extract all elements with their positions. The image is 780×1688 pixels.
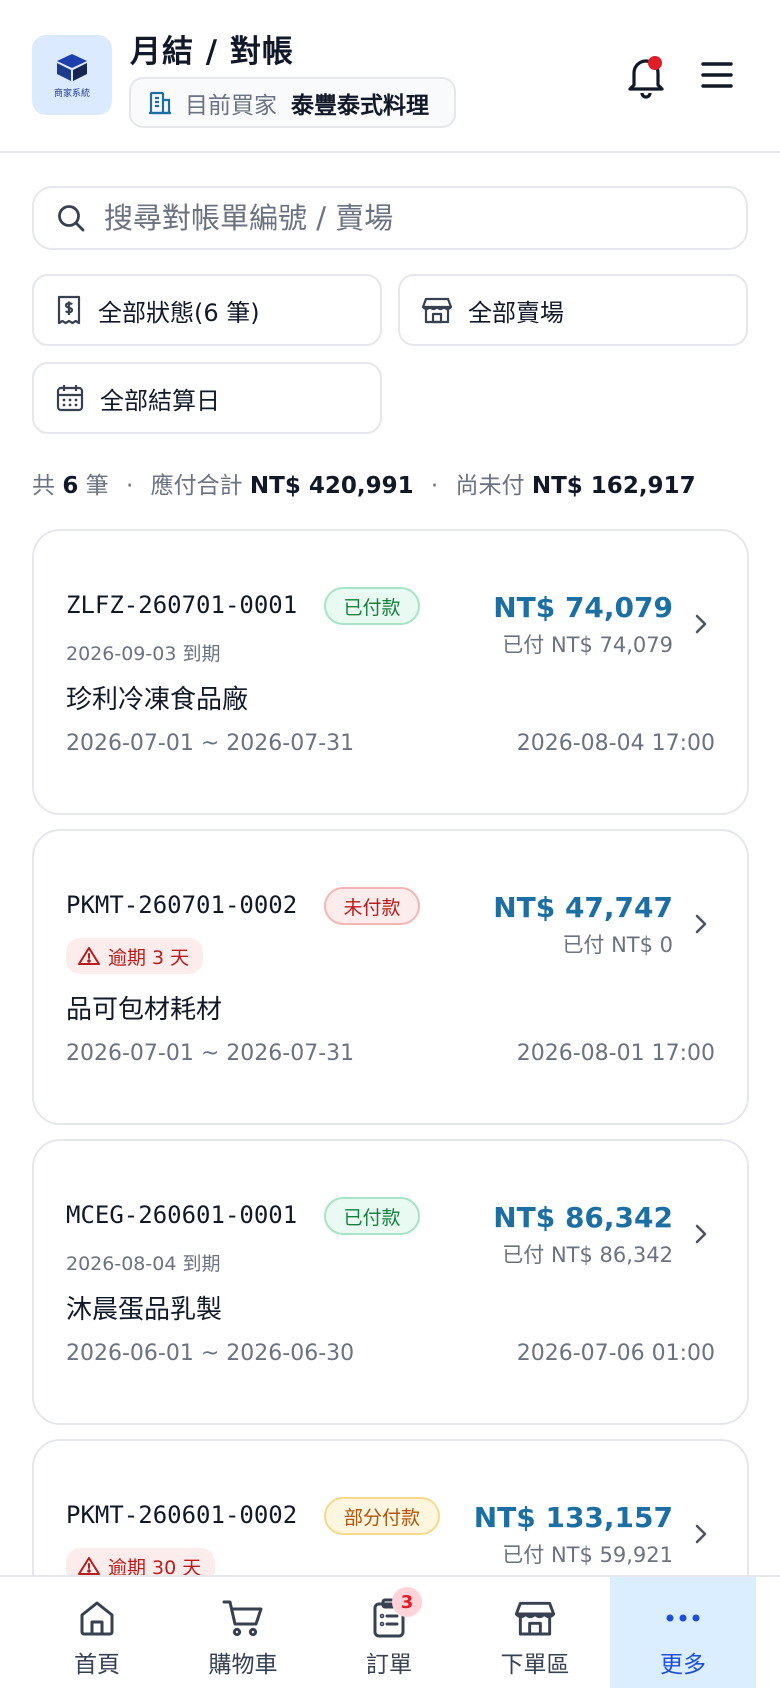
statement-amount: NT$ 47,747 bbox=[493, 891, 673, 924]
nav-orders-label: 訂單 bbox=[366, 1652, 412, 1678]
summary-separator: · bbox=[125, 473, 134, 499]
nav-order-area[interactable]: 下單區 bbox=[462, 1577, 608, 1688]
vendor-name: 品可包材耗材 bbox=[66, 995, 223, 1025]
billing-period: 2026-07-01 ~ 2026-07-31 bbox=[66, 1041, 355, 1066]
summary-payable-value: NT$ 420,991 bbox=[249, 473, 414, 499]
chevron-right-icon bbox=[695, 1224, 707, 1244]
billing-period: 2026-06-01 ~ 2026-06-30 bbox=[66, 1341, 355, 1366]
summary-separator: · bbox=[430, 473, 439, 499]
settle-day-filter[interactable]: 全部結算日 bbox=[32, 362, 382, 434]
menu-button[interactable] bbox=[700, 58, 734, 92]
receipt-icon bbox=[57, 295, 81, 325]
statement-code: PKMT-260601-0002 bbox=[66, 1501, 298, 1529]
summary-payable-label: 應付合計 bbox=[150, 473, 243, 499]
status-badge: 已付款 bbox=[324, 587, 420, 625]
summary-count-unit: 筆 bbox=[85, 473, 109, 499]
buyer-name: 泰豐泰式料理 bbox=[291, 92, 429, 119]
nav-cart[interactable]: 購物車 bbox=[170, 1577, 316, 1688]
current-buyer-selector[interactable]: 目前買家 泰豐泰式料理 bbox=[129, 77, 456, 128]
store-filter-label: 全部賣場 bbox=[468, 298, 564, 327]
statement-card[interactable]: MCEG-260601-0001 已付款 2026-08-04 到期 沐晨蛋品乳… bbox=[32, 1139, 749, 1425]
app-logo[interactable]: 商家系統 bbox=[32, 35, 112, 115]
vendor-name: 沐晨蛋品乳製 bbox=[66, 1295, 223, 1325]
status-badge: 部分付款 bbox=[324, 1497, 440, 1535]
statement-card[interactable]: ZLFZ-260701-0001 已付款 2026-09-03 到期 珍利冷凍食… bbox=[32, 529, 749, 815]
settle-day-filter-label: 全部結算日 bbox=[100, 386, 220, 415]
summary-unpaid-label: 尚未付 bbox=[455, 473, 525, 499]
calendar-icon bbox=[56, 385, 84, 412]
nav-home[interactable]: 首頁 bbox=[24, 1577, 170, 1688]
nav-more-label: 更多 bbox=[660, 1652, 706, 1678]
statement-code: MCEG-260601-0001 bbox=[66, 1201, 298, 1229]
notification-button[interactable] bbox=[624, 52, 668, 100]
store-icon bbox=[422, 297, 452, 324]
vendor-name: 珍利冷凍食品廠 bbox=[66, 685, 249, 715]
due-date: 2026-09-03 到期 bbox=[66, 643, 221, 665]
building-icon bbox=[149, 91, 171, 114]
statement-timestamp: 2026-07-06 01:00 bbox=[516, 1341, 715, 1366]
paid-amount: 已付 NT$ 0 bbox=[562, 933, 673, 957]
app-header: 商家系統 月結 / 對帳 目前買家 泰豐泰式料理 bbox=[0, 0, 780, 153]
status-filter-label: 全部狀態(6 筆) bbox=[98, 298, 260, 327]
page-title: 月結 / 對帳 bbox=[130, 34, 294, 70]
statement-timestamp: 2026-08-01 17:00 bbox=[516, 1041, 715, 1066]
overdue-badge: 逾期 3 天 bbox=[66, 938, 204, 974]
status-badge: 未付款 bbox=[324, 887, 420, 925]
paid-amount: 已付 NT$ 74,079 bbox=[502, 633, 673, 657]
search-bar[interactable] bbox=[32, 186, 748, 250]
due-date: 2026-08-04 到期 bbox=[66, 1253, 221, 1275]
summary-unpaid-value: NT$ 162,917 bbox=[531, 473, 696, 499]
chevron-right-icon bbox=[695, 914, 707, 934]
bottom-nav: 首頁 購物車 3 訂單 下單區 更多 bbox=[0, 1575, 780, 1688]
store-icon bbox=[515, 1601, 555, 1636]
summary-line: 共 6 筆 · 應付合計 NT$ 420,991 · 尚未付 NT$ 162,9… bbox=[32, 466, 696, 500]
buyer-label: 目前買家 bbox=[185, 92, 277, 119]
logo-box-icon bbox=[57, 53, 87, 81]
paid-amount: 已付 NT$ 86,342 bbox=[502, 1243, 673, 1267]
statement-amount: NT$ 133,157 bbox=[473, 1501, 673, 1534]
nav-orders[interactable]: 3 訂單 bbox=[316, 1577, 462, 1688]
statement-amount: NT$ 74,079 bbox=[493, 591, 673, 624]
nav-cart-label: 購物車 bbox=[208, 1652, 278, 1678]
status-filter[interactable]: 全部狀態(6 筆) bbox=[32, 274, 382, 346]
cart-icon bbox=[222, 1600, 263, 1637]
warning-icon bbox=[78, 947, 100, 965]
chevron-right-icon bbox=[695, 614, 707, 634]
billing-period: 2026-07-01 ~ 2026-07-31 bbox=[66, 731, 355, 756]
search-input[interactable] bbox=[104, 201, 704, 235]
orders-count-badge: 3 bbox=[392, 1587, 422, 1617]
search-icon bbox=[58, 205, 85, 232]
summary-count: 6 bbox=[62, 473, 79, 499]
more-icon bbox=[666, 1614, 700, 1622]
summary-count-prefix: 共 bbox=[32, 473, 55, 499]
paid-amount: 已付 NT$ 59,921 bbox=[502, 1543, 673, 1567]
overdue-label: 逾期 3 天 bbox=[108, 946, 190, 969]
statement-card[interactable]: PKMT-260701-0002 未付款 逾期 3 天 品可包材耗材 2026-… bbox=[32, 829, 749, 1125]
nav-more[interactable]: 更多 bbox=[610, 1577, 756, 1688]
statement-timestamp: 2026-08-04 17:00 bbox=[516, 731, 715, 756]
statement-code: PKMT-260701-0002 bbox=[66, 891, 298, 919]
nav-home-label: 首頁 bbox=[74, 1652, 120, 1678]
nav-order-area-label: 下單區 bbox=[500, 1652, 570, 1678]
menu-icon bbox=[701, 62, 733, 88]
logo-caption: 商家系統 bbox=[53, 88, 90, 99]
warning-icon bbox=[78, 1557, 100, 1575]
statement-code: ZLFZ-260701-0001 bbox=[66, 591, 298, 619]
store-filter[interactable]: 全部賣場 bbox=[398, 274, 748, 346]
notification-dot bbox=[648, 56, 662, 70]
home-icon bbox=[80, 1601, 114, 1636]
status-badge: 已付款 bbox=[324, 1197, 420, 1235]
statement-amount: NT$ 86,342 bbox=[493, 1201, 673, 1234]
chevron-right-icon bbox=[695, 1524, 707, 1544]
